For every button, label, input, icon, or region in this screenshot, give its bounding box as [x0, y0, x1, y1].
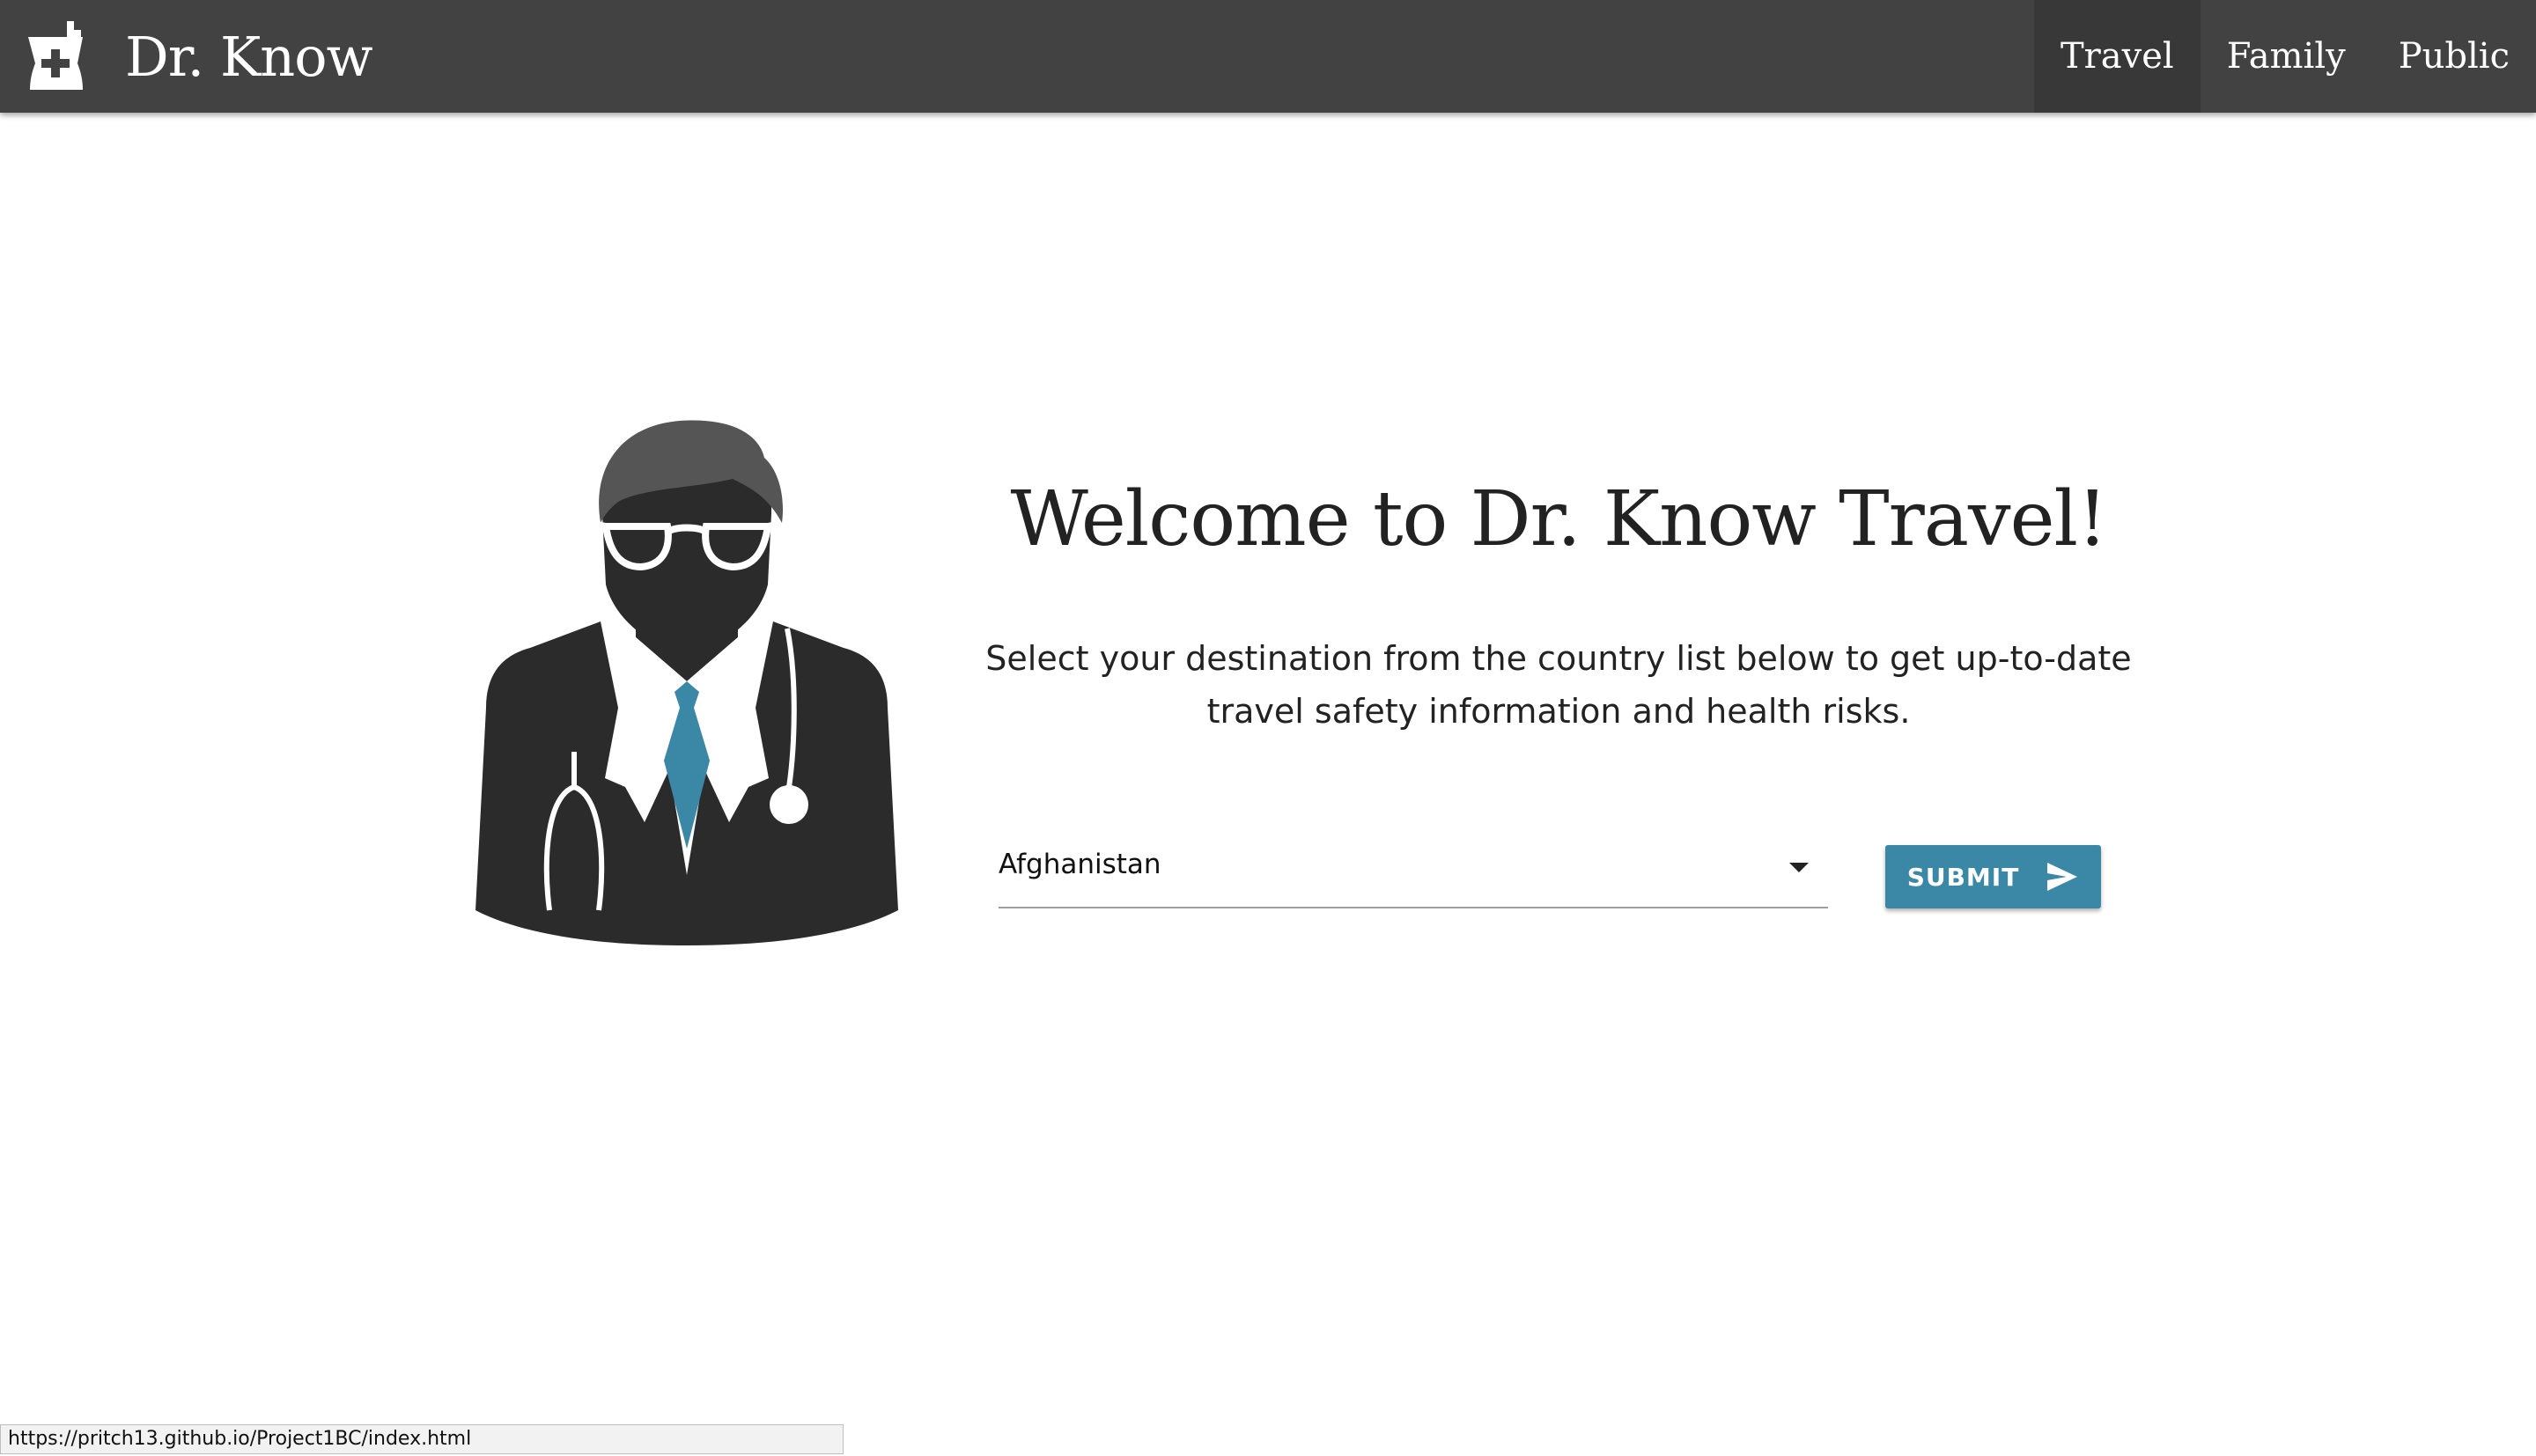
- doctor-icon: [476, 420, 898, 945]
- submit-button[interactable]: SUBMIT: [1885, 845, 2101, 908]
- status-bar-url: https://pritch13.github.io/Project1BC/in…: [0, 1424, 844, 1454]
- brand[interactable]: Dr. Know: [25, 18, 373, 95]
- nav-links: Travel Family Public: [2034, 0, 2536, 113]
- mortar-pestle-plus-icon: [28, 21, 83, 90]
- hero-section: Welcome to Dr. Know Travel! Select your …: [0, 113, 2536, 1345]
- send-icon: [2047, 863, 2078, 891]
- page-title: Welcome to Dr. Know Travel!: [1010, 475, 2107, 563]
- submit-button-label: SUBMIT: [1906, 862, 2020, 892]
- caret-down-icon: [1789, 863, 1809, 872]
- nav-link-travel[interactable]: Travel: [2034, 0, 2201, 113]
- intro-text: Select your destination from the country…: [985, 639, 2132, 731]
- country-select-value: Afghanistan: [999, 849, 1161, 880]
- country-select[interactable]: Afghanistan: [999, 836, 1828, 908]
- brand-title: Dr. Know: [125, 24, 373, 89]
- nav-link-public[interactable]: Public: [2372, 0, 2536, 113]
- top-navbar: Dr. Know Travel Family Public: [0, 0, 2536, 113]
- nav-link-family[interactable]: Family: [2201, 0, 2372, 113]
